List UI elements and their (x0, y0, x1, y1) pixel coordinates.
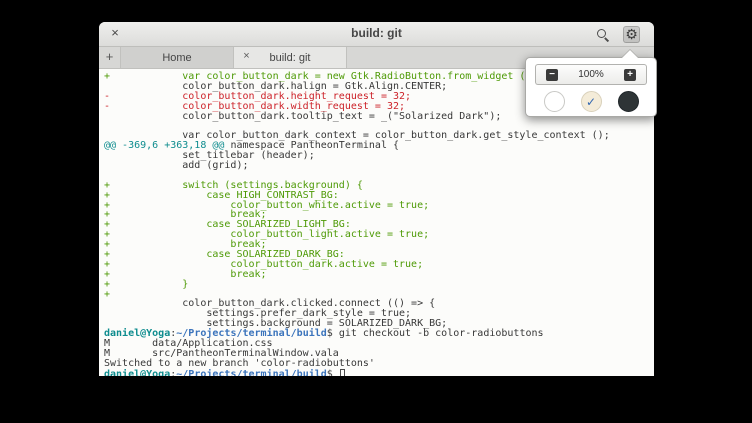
popover-arrow (622, 50, 638, 58)
terminal-line-prompt: daniel@Yoga:~/Projects/terminal/build$ (104, 369, 654, 376)
search-icon[interactable] (595, 27, 610, 42)
tab-build-git[interactable]: × build: git (234, 47, 347, 68)
zoom-controls: − 100% + (535, 64, 647, 85)
zoom-in-icon: + (624, 69, 636, 81)
tab-home[interactable]: Home (121, 47, 234, 68)
terminal-line-out: Switched to a new branch 'color-radiobut… (104, 359, 654, 369)
titlebar[interactable]: × build: git ⚙ (99, 22, 654, 47)
terminal-line-add: + } (104, 280, 654, 290)
titlebar-actions: ⚙ (595, 25, 640, 43)
zoom-level: 100% (568, 64, 614, 85)
theme-row: ✓ (535, 91, 647, 112)
terminal-line-ctx: add (grid); (104, 161, 654, 171)
settings-gear-icon[interactable]: ⚙ (623, 26, 640, 43)
tab-build-git-label: build: git (270, 52, 311, 64)
zoom-in-button[interactable]: + (614, 64, 647, 85)
magnifier-glyph (595, 27, 610, 42)
tab-close-icon[interactable]: × (240, 50, 253, 63)
desktop-background: × build: git ⚙ + Home × build: git + var… (0, 0, 752, 423)
terminal-cursor (340, 369, 345, 376)
zoom-out-button[interactable]: − (535, 64, 568, 85)
tab-home-label: Home (162, 52, 191, 64)
new-tab-button[interactable]: + (99, 47, 121, 68)
theme-option-solarized-light[interactable]: ✓ (581, 91, 602, 112)
zoom-out-icon: − (546, 69, 558, 81)
theme-option-solarized-dark[interactable] (618, 91, 639, 112)
window-title: build: git (99, 26, 654, 40)
settings-popover: − 100% + ✓ (525, 57, 657, 117)
theme-option-high-contrast[interactable] (544, 91, 565, 112)
check-icon: ✓ (586, 96, 596, 108)
